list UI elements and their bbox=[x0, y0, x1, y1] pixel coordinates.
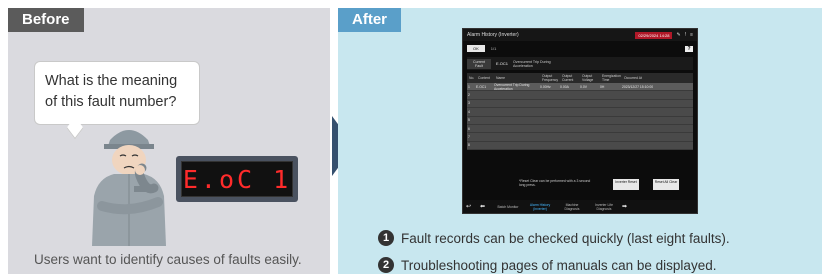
table-row[interactable]: 5 bbox=[467, 116, 693, 125]
table-row[interactable]: 1 E.OC1 Overcurrent Trip During Accelera… bbox=[467, 82, 693, 92]
feature-2-text: Troubleshooting pages of manuals can be … bbox=[401, 257, 717, 273]
tab-batch-monitor[interactable]: Batch Monitor bbox=[494, 205, 522, 209]
history-table-body: 1 E.OC1 Overcurrent Trip During Accelera… bbox=[467, 82, 693, 151]
fault-display-panel: E.oC 1 bbox=[176, 156, 298, 202]
after-panel: After Alarm History (Inverter) 02/29/202… bbox=[338, 8, 822, 274]
arrow-right-icon[interactable]: ➡ bbox=[622, 203, 632, 210]
tab-alarm-history[interactable]: Alarm History (Inverter) bbox=[526, 203, 554, 211]
tab-inverter-life[interactable]: Inverter Life Diagnosis bbox=[590, 203, 618, 211]
screen-nav: OK 1/1 ? bbox=[463, 43, 697, 54]
screen-title: Alarm History (Inverter) bbox=[467, 32, 519, 38]
feature-1-number: 1 bbox=[378, 230, 394, 246]
current-fault-label: Current Fault bbox=[467, 58, 491, 69]
row-number: 3 bbox=[468, 101, 470, 106]
col-current: Output Current bbox=[562, 74, 574, 82]
feature-1-text: Fault records can be checked quickly (la… bbox=[401, 230, 730, 246]
row-number: 7 bbox=[468, 135, 470, 140]
table-row[interactable]: 8 bbox=[467, 141, 693, 151]
row-occurred: 2023/12/27 15:10:00 bbox=[622, 84, 654, 89]
col-no: No. bbox=[469, 76, 475, 80]
help-button[interactable]: ? bbox=[685, 45, 693, 52]
row-number: 2 bbox=[468, 93, 470, 98]
reset-note: *Reset Clear can be performed with a 3 s… bbox=[519, 179, 591, 188]
menu-icon[interactable]: ≡ bbox=[690, 32, 693, 38]
screen-bottom-bar: ↩ ⬅ Batch Monitor Alarm History (Inverte… bbox=[463, 200, 697, 213]
col-energization: Energization Time bbox=[602, 74, 621, 82]
reset-all-clear-button[interactable]: Reset All Clear bbox=[653, 179, 679, 190]
screen-datetime: 02/29/2024 14:28 bbox=[635, 31, 673, 39]
row-number: 4 bbox=[468, 109, 470, 114]
col-name: Name bbox=[496, 76, 506, 80]
row-number: 1 bbox=[468, 84, 470, 89]
tab-machine-diagnosis[interactable]: Machine Diagnosis bbox=[558, 203, 586, 211]
fault-code-display: E.oC 1 bbox=[181, 161, 293, 197]
table-row[interactable]: 6 bbox=[467, 124, 693, 134]
col-voltage: Output Voltage bbox=[582, 74, 594, 82]
row-voltage: 0.0V bbox=[580, 84, 587, 89]
row-number: 6 bbox=[468, 126, 470, 131]
bubble-line-2: of this fault number? bbox=[45, 94, 177, 110]
screen-header: Alarm History (Inverter) 02/29/2024 14:2… bbox=[463, 29, 697, 41]
history-table-header: No. Content Name Output Frequency Output… bbox=[467, 73, 693, 83]
table-row[interactable]: 2 bbox=[467, 91, 693, 100]
info-icon[interactable]: ! bbox=[685, 32, 686, 38]
current-fault-code: E.OC1 bbox=[496, 61, 509, 66]
bubble-line-1: What is the meaning bbox=[45, 73, 178, 89]
ok-button[interactable]: OK bbox=[467, 45, 485, 52]
row-code: E.OC1 bbox=[476, 84, 487, 89]
current-fault-row: Current Fault E.OC1 Overcurrent Trip Dur… bbox=[467, 57, 693, 70]
current-fault-description: Overcurrent Trip During Acceleration bbox=[513, 59, 551, 68]
row-number: 5 bbox=[468, 118, 470, 123]
puzzled-worker-illustration bbox=[92, 130, 166, 246]
back-icon[interactable]: ↩ bbox=[466, 203, 476, 210]
inverter-reset-button[interactable]: Inverter Reset bbox=[613, 179, 639, 190]
table-row[interactable]: 7 bbox=[467, 133, 693, 142]
wrench-icon[interactable]: ✎ bbox=[676, 32, 680, 38]
col-occurred: Occurred At bbox=[624, 76, 642, 80]
row-energization: 0H bbox=[600, 84, 605, 89]
arrow-left-icon[interactable]: ⬅ bbox=[480, 203, 490, 210]
after-tag: After bbox=[338, 8, 402, 32]
page-indicator: 1/1 bbox=[490, 46, 497, 51]
table-row[interactable]: 4 bbox=[467, 108, 693, 117]
alarm-history-screen: Alarm History (Inverter) 02/29/2024 14:2… bbox=[462, 28, 698, 214]
row-name: Overcurrent Trip During Acceleration bbox=[494, 82, 530, 91]
row-number: 8 bbox=[468, 143, 470, 148]
feature-2-number: 2 bbox=[378, 257, 394, 273]
col-content: Content bbox=[478, 76, 490, 80]
before-panel: Before What is the meaning of this fault… bbox=[8, 8, 330, 274]
col-frequency: Output Frequency bbox=[542, 74, 559, 82]
feature-2: 2 Troubleshooting pages of manuals can b… bbox=[378, 257, 716, 273]
before-caption: Users want to identify causes of faults … bbox=[34, 252, 302, 267]
row-current: 0.00A bbox=[560, 84, 569, 89]
feature-1: 1 Fault records can be checked quickly (… bbox=[378, 230, 730, 246]
table-row[interactable]: 3 bbox=[467, 99, 693, 109]
before-tag: Before bbox=[8, 8, 84, 32]
row-frequency: 0.00Hz bbox=[540, 84, 551, 89]
